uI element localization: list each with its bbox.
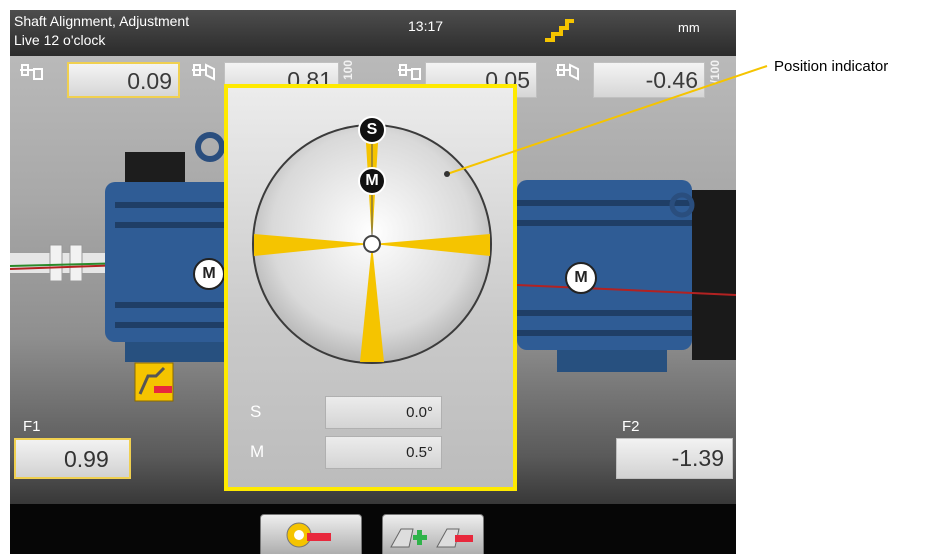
figure: Shaft Alignment, Adjustment Live 12 o'cl… [0,0,927,554]
position-indicator-callout: Position indicator [774,58,889,75]
callout-line [444,65,768,177]
